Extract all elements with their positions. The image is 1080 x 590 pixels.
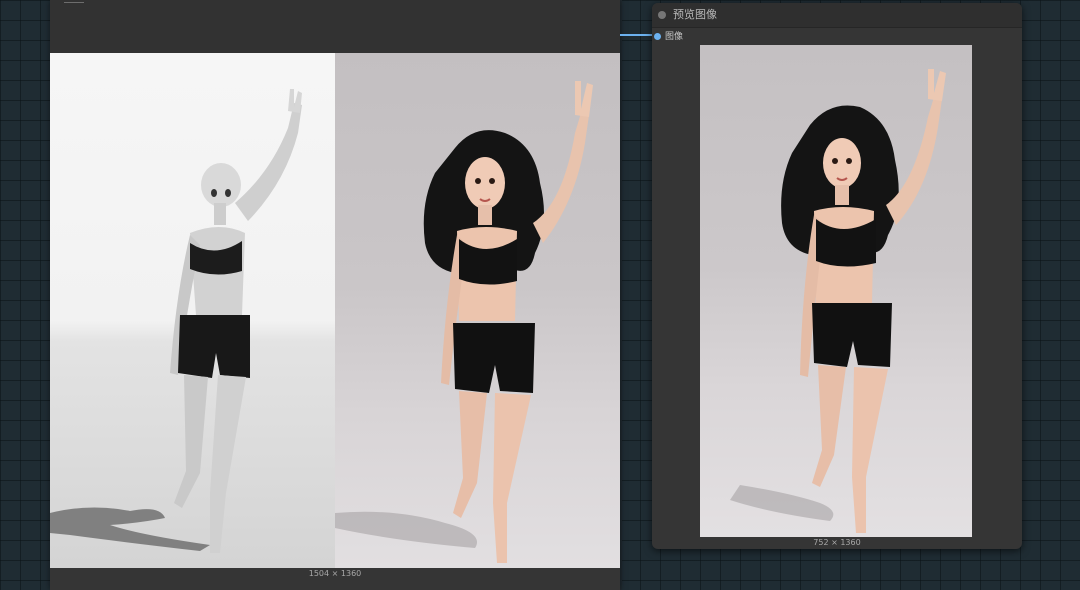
collapse-dot-icon[interactable]: [658, 11, 666, 19]
pose-render-figure: [50, 89, 302, 553]
node-title: 预览图像: [673, 8, 717, 21]
connection-wire[interactable]: [620, 34, 656, 36]
input-socket-icon[interactable]: [654, 33, 661, 40]
input-slot-image[interactable]: 图像: [652, 30, 772, 44]
image-dimensions-right: 752 × 1360: [813, 538, 861, 547]
image-compare-node[interactable]: 1504 × 1360: [50, 0, 620, 590]
preview-image[interactable]: [700, 45, 972, 537]
generated-figure: [335, 81, 593, 563]
preview-image-node[interactable]: 预览图像 图像 752 × 1360: [652, 3, 1022, 549]
node-header[interactable]: 预览图像: [652, 3, 1022, 28]
preview-figure: [730, 69, 946, 533]
node-title-stub: [64, 0, 84, 3]
image-preview-left[interactable]: [50, 53, 620, 568]
node-top-area: [50, 0, 620, 53]
pose-render-image: [50, 53, 335, 568]
image-dimensions-left: 1504 × 1360: [308, 569, 362, 578]
input-label: 图像: [665, 32, 684, 42]
canvas-separator: [620, 0, 622, 590]
generated-photo-image: [335, 53, 620, 568]
